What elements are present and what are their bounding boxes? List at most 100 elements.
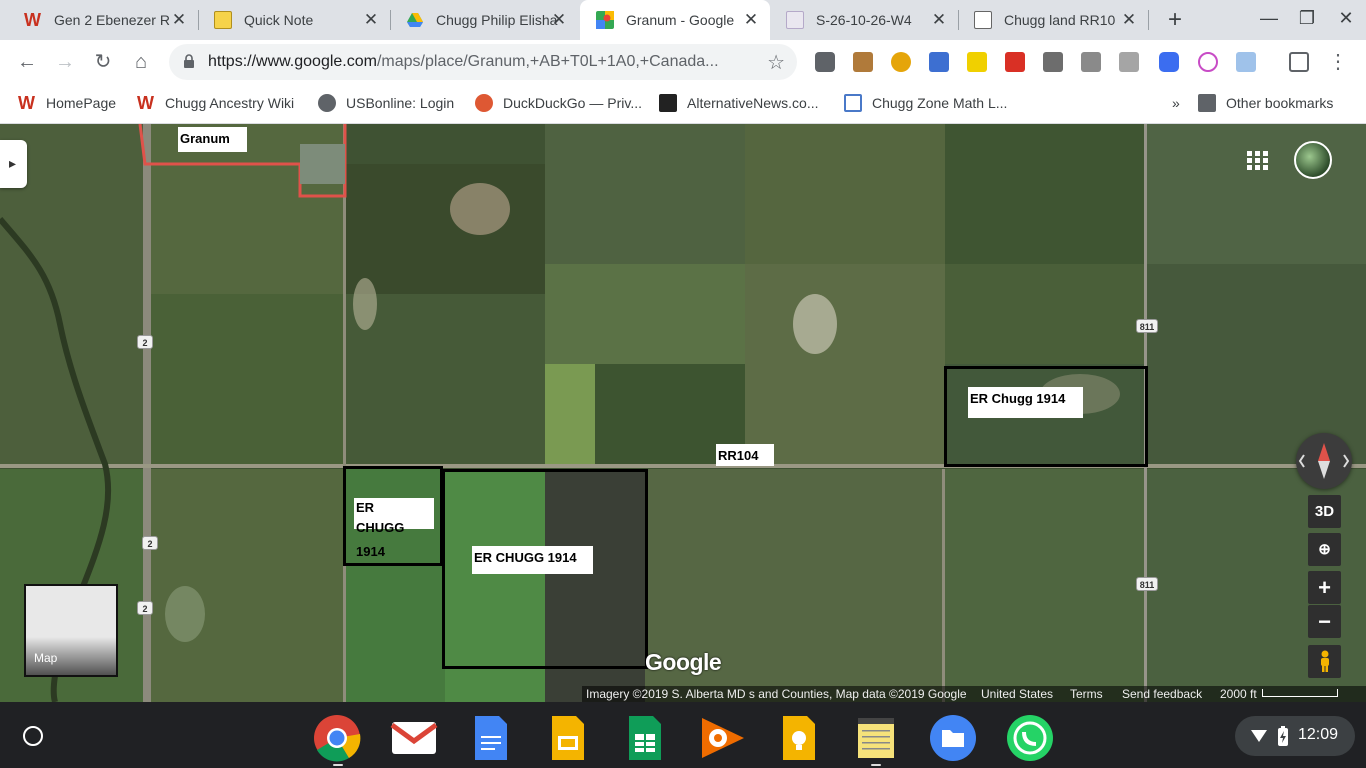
chromeos-shelf: 12:09 [0, 702, 1366, 768]
extension-brush-icon[interactable] [853, 52, 873, 72]
extension-edit-icon[interactable] [1119, 52, 1139, 72]
page-icon [974, 11, 992, 29]
back-icon[interactable]: ← [15, 50, 39, 74]
map-type-label: Map [34, 651, 58, 665]
tab-granum-google-maps[interactable]: Granum - Google ✕ [580, 0, 770, 40]
terms-link[interactable]: Terms [1070, 686, 1103, 702]
zoom-in-button[interactable]: + [1308, 571, 1341, 604]
tab-strip: W Gen 2 Ebenezer R ✕ Quick Note ✕ Chugg … [0, 0, 1366, 40]
extension-puzzle-icon[interactable] [1081, 52, 1101, 72]
drive-icon [406, 11, 424, 29]
extension-lightbulb-icon[interactable] [815, 52, 835, 72]
extension-bee-icon[interactable] [891, 52, 911, 72]
running-indicator [333, 764, 343, 766]
folder-icon [1198, 94, 1216, 112]
bookmark-other-bookmarks[interactable]: Other bookmarks [1198, 93, 1333, 113]
imagery-attribution: Imagery ©2019 S. Alberta MD s and Counti… [586, 687, 967, 701]
attribution-bar: Imagery ©2019 S. Alberta MD s and Counti… [582, 686, 1366, 702]
bookmarks-overflow-label: » [1172, 95, 1180, 111]
extension-tag-icon[interactable] [1043, 52, 1063, 72]
plot-outline-mid [442, 469, 648, 669]
reload-icon[interactable]: ↻ [91, 50, 115, 74]
account-avatar[interactable] [1294, 141, 1332, 179]
tab-title: Chugg land RR10 [1004, 12, 1116, 28]
extension-n-icon[interactable] [967, 52, 987, 72]
maximize-icon[interactable]: ❐ [1295, 8, 1319, 29]
close-icon[interactable]: ✕ [1120, 11, 1138, 29]
bookmark-chugg-ancestry-wiki[interactable]: W Chugg Ancestry Wiki [137, 93, 294, 113]
extension-notify-icon[interactable] [1198, 52, 1218, 72]
launcher-icon[interactable] [23, 726, 43, 746]
bookmark-homepage[interactable]: W HomePage [18, 93, 116, 113]
close-icon[interactable]: ✕ [362, 11, 380, 29]
extension-printer-icon[interactable] [929, 52, 949, 72]
side-panel-toggle[interactable]: ▸ [0, 140, 27, 188]
satellite-imagery [0, 124, 1366, 702]
tab-title: Granum - Google [626, 12, 735, 28]
extension-c-icon[interactable] [1159, 52, 1179, 72]
home-icon[interactable]: ⌂ [129, 50, 153, 74]
gmail-icon[interactable] [390, 714, 438, 762]
chart-icon [659, 94, 677, 112]
battery-charging-icon [1278, 726, 1288, 746]
extension-pdf-icon[interactable] [1005, 52, 1025, 72]
page-icon [844, 94, 862, 112]
bookmark-label: HomePage [46, 95, 117, 111]
new-tab-button[interactable]: + [1163, 8, 1187, 32]
docs-icon[interactable] [467, 714, 515, 762]
bookmark-label: AlternativeNews.co... [687, 95, 819, 111]
system-tray[interactable]: 12:09 [1235, 716, 1355, 756]
address-bar[interactable]: https://www.google.com/maps/place/Granum… [169, 44, 797, 80]
slides-icon[interactable] [544, 714, 592, 762]
my-location-icon[interactable]: ⊕ [1308, 533, 1341, 566]
pegman-icon[interactable] [1308, 645, 1341, 678]
send-feedback-link[interactable]: Send feedback [1122, 686, 1202, 702]
extension-wand-icon[interactable] [1236, 52, 1256, 72]
forward-icon[interactable]: → [53, 50, 77, 74]
chrome-icon[interactable] [313, 714, 361, 762]
notes-icon[interactable] [852, 714, 900, 762]
cast-icon[interactable] [1289, 52, 1309, 72]
lock-icon [184, 54, 194, 68]
bookmark-duckduckgo[interactable]: DuckDuckGo — Priv... [475, 93, 642, 113]
close-icon[interactable]: ✕ [930, 11, 948, 29]
zoom-out-button[interactable]: − [1308, 605, 1341, 638]
survey-icon [786, 11, 804, 29]
whatsapp-icon[interactable] [1006, 714, 1054, 762]
bookmark-label: USBonline: Login [346, 95, 455, 111]
minimize-icon[interactable]: — [1257, 8, 1281, 29]
close-icon[interactable]: ✕ [742, 11, 760, 29]
tab-survey[interactable]: S-26-10-26-W4 ✕ [770, 0, 959, 40]
close-icon[interactable]: ✕ [550, 11, 568, 29]
tab-separator [1148, 10, 1149, 30]
tab-quick-note[interactable]: Quick Note ✕ [198, 0, 391, 40]
apps-grid-icon[interactable] [1247, 151, 1269, 171]
browser-toolbar: ← → ↻ ⌂ https://www.google.com/maps/plac… [0, 40, 1366, 84]
window-close-icon[interactable]: ✕ [1334, 8, 1358, 29]
bookmarks-overflow-button[interactable]: » [1172, 93, 1180, 113]
compass-control[interactable] [1296, 433, 1352, 489]
close-icon[interactable]: ✕ [170, 11, 188, 29]
map-canvas[interactable]: ▸ Granum RR104 ER Chugg 1914 ER CHUGG 19… [0, 124, 1366, 702]
bookmark-alternativenews[interactable]: AlternativeNews.co... [659, 93, 819, 113]
tab-chugg-land[interactable]: Chugg land RR10 ✕ [958, 0, 1149, 40]
wifi-icon [1251, 730, 1267, 742]
sheets-icon[interactable] [621, 714, 669, 762]
scale-label[interactable]: 2000 ft [1220, 686, 1257, 702]
wikitree-icon: W [18, 93, 35, 113]
files-icon[interactable] [929, 714, 977, 762]
tab-gen2-ebenezer[interactable]: W Gen 2 Ebenezer R ✕ [8, 0, 199, 40]
map-type-toggle[interactable]: Map [24, 584, 118, 677]
scale-bar [1262, 689, 1338, 697]
bookmark-star-icon[interactable]: ☆ [767, 50, 785, 75]
url-path: /maps/place/Granum,+AB+T0L+1A0,+Canada..… [376, 53, 719, 70]
tab-chugg-philip[interactable]: Chugg Philip Elisha ✕ [390, 0, 578, 40]
bookmark-chugg-zone-math[interactable]: Chugg Zone Math L... [844, 93, 1007, 113]
3d-button[interactable]: 3D [1308, 495, 1341, 528]
keep-icon[interactable] [775, 714, 823, 762]
country-link[interactable]: United States [981, 686, 1053, 702]
play-music-icon[interactable] [698, 714, 746, 762]
url-text: https://www.google.com/maps/place/Granum… [208, 53, 758, 71]
menu-kebab-icon[interactable]: ⋮ [1326, 50, 1350, 74]
bookmark-usbonline[interactable]: USBonline: Login [318, 93, 454, 113]
